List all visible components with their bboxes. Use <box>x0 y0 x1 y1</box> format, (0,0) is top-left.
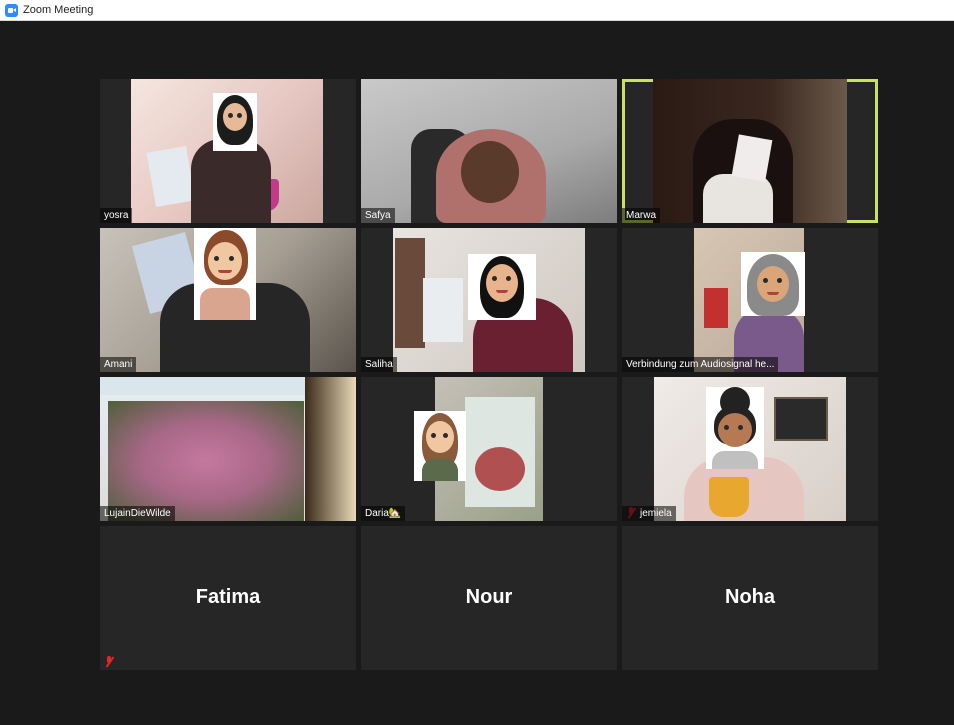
avatar-sticker <box>741 252 805 316</box>
participant-tile-noha[interactable]: Noha <box>622 526 878 670</box>
participant-name: Amani <box>100 357 137 372</box>
participant-tile-marwa[interactable]: Marwa <box>622 79 878 223</box>
window-title: Zoom Meeting <box>23 4 94 16</box>
participant-name: Daria🏡 <box>361 506 406 521</box>
participant-name: yosra <box>100 208 133 223</box>
participant-tile-yosra[interactable]: yosra <box>100 79 356 223</box>
microphone-muted-icon <box>104 656 114 668</box>
participant-name: Marwa <box>622 208 661 223</box>
avatar-sticker <box>213 93 257 151</box>
participant-name: Safya <box>361 208 395 223</box>
avatar-sticker <box>706 387 764 469</box>
participant-tile-safya[interactable]: Safya <box>361 79 617 223</box>
participant-video <box>653 79 847 223</box>
participant-tile-saliha[interactable]: Saliha <box>361 228 617 372</box>
participant-tile-jemiela[interactable]: jemiela <box>622 377 878 521</box>
avatar-sticker <box>194 228 256 320</box>
participant-name: Fatima <box>195 586 261 608</box>
participant-tile-fatima[interactable]: Fatima <box>100 526 356 670</box>
participant-name: Verbindung zum Audiosignal he... <box>622 357 779 372</box>
video-gallery: yosra Safya Marwa Amani Saliha Verbindun… <box>5 21 954 725</box>
participant-name: Noha <box>725 586 775 608</box>
participant-tile-lujaindiewilde[interactable]: LujainDieWilde <box>100 377 356 521</box>
person <box>191 139 271 223</box>
participant-tile-daria[interactable]: Daria🏡 <box>361 377 617 521</box>
participant-video <box>100 377 356 521</box>
participant-name: LujainDieWilde <box>100 506 175 521</box>
title-bar: Zoom Meeting <box>0 0 954 21</box>
participant-name: Saliha <box>361 357 397 372</box>
participant-tile-connecting[interactable]: Verbindung zum Audiosignal he... <box>622 228 878 372</box>
participant-tile-nour[interactable]: Nour <box>361 526 617 670</box>
participant-video <box>361 79 617 223</box>
participant-tile-amani[interactable]: Amani <box>100 228 356 372</box>
bonsai-card <box>146 145 196 208</box>
avatar-sticker <box>468 254 536 320</box>
participant-name: Nour <box>465 586 513 608</box>
participant-name: jemiela <box>622 506 676 521</box>
zoom-icon <box>5 4 18 17</box>
avatar-sticker <box>414 411 466 481</box>
